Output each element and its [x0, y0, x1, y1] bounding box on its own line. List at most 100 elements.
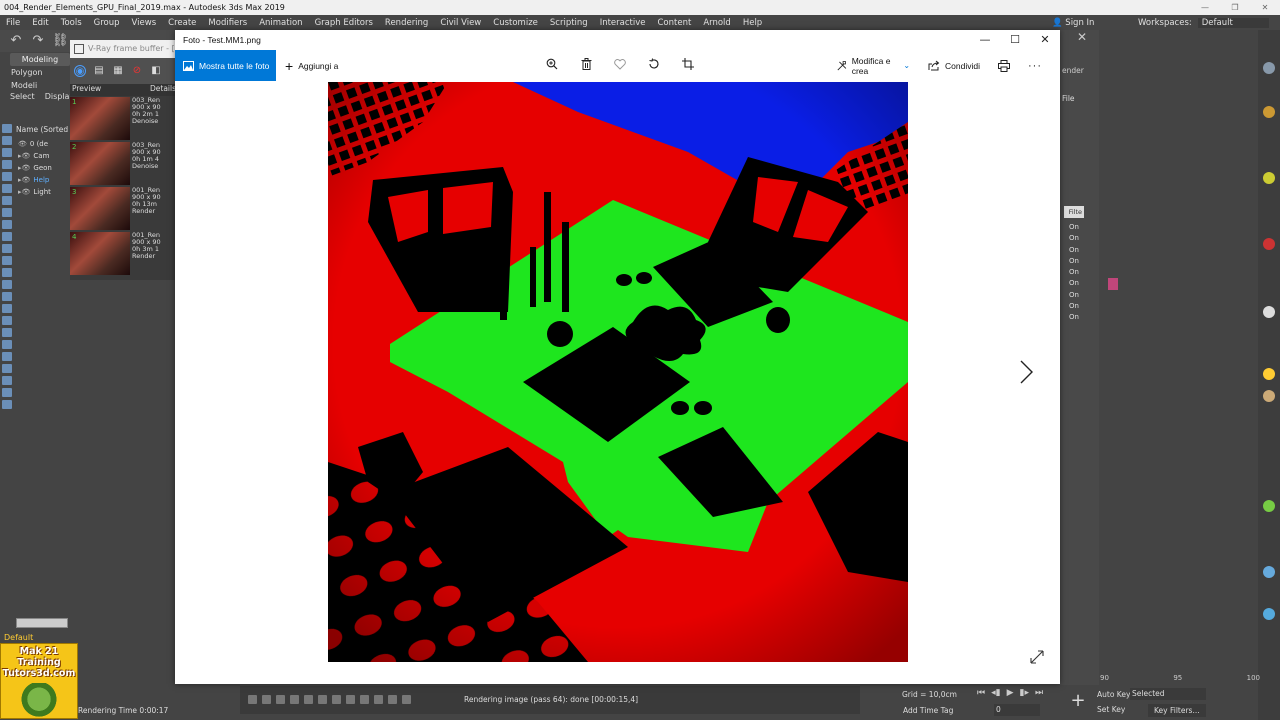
menu-item-arnold[interactable]: Arnold — [697, 18, 737, 28]
ribbon-sub-polygon-modeling[interactable]: Polygon Modeli — [10, 66, 70, 90]
filter-icon[interactable] — [2, 316, 12, 325]
list-item[interactable]: On — [1069, 256, 1079, 267]
tool-icon[interactable] — [304, 695, 313, 704]
filter-icon[interactable] — [2, 232, 12, 241]
eye-icon[interactable]: ▸👁 — [18, 152, 30, 160]
sign-in-button[interactable]: 👤 Sign In — [1052, 15, 1094, 30]
selection-dropdown[interactable]: Selected — [1130, 688, 1206, 700]
crop-icon[interactable] — [679, 55, 697, 73]
history-icon[interactable]: ◉ — [74, 65, 86, 77]
panel-close-icon[interactable]: ✕ — [1077, 30, 1087, 44]
shelf-icon[interactable] — [1263, 608, 1275, 620]
show-all-photos-button[interactable]: Mostra tutte le foto — [175, 50, 276, 81]
filter-icon[interactable] — [2, 184, 12, 193]
workspace-value[interactable]: Default — [1197, 17, 1269, 28]
menu-item-edit[interactable]: Edit — [26, 18, 54, 28]
render-thumbnail[interactable]: 3 — [70, 187, 130, 230]
eye-icon[interactable]: ▸👁 — [18, 176, 30, 184]
photo-image[interactable] — [328, 82, 908, 662]
shelf-icon[interactable] — [1263, 368, 1275, 380]
compare-icon[interactable]: ◧ — [150, 65, 162, 77]
menu-item-views[interactable]: Views — [126, 18, 163, 28]
workspace-selector[interactable]: Workspaces: Default — [1138, 15, 1269, 30]
eye-icon[interactable]: ▸👁 — [18, 164, 30, 172]
filter-icon[interactable] — [2, 220, 12, 229]
color-swatch[interactable] — [1108, 278, 1118, 290]
add-icon[interactable]: + — [1068, 691, 1088, 711]
menu-item-create[interactable]: Create — [162, 18, 202, 28]
list-item[interactable]: ▸👁 Help — [18, 174, 70, 186]
list-item[interactable]: On — [1069, 267, 1079, 278]
filter-icon[interactable] — [2, 304, 12, 313]
table-row[interactable]: 3 001_Ren 900 x 90 0h 13m Render — [70, 186, 176, 231]
shelf-icon[interactable] — [1263, 62, 1275, 74]
tab-select[interactable]: Select — [10, 92, 35, 101]
close-icon[interactable]: ✕ — [1250, 0, 1280, 15]
shelf-icon[interactable] — [1263, 306, 1275, 318]
table-row[interactable]: 4 001_Ren 900 x 90 0h 3m 1 Render — [70, 231, 176, 276]
filter-button[interactable]: Filte — [1064, 206, 1084, 218]
menu-item-help[interactable]: Help — [737, 18, 768, 28]
goto-start-icon[interactable]: ⏮ — [977, 688, 985, 698]
prev-frame-icon[interactable]: ◂▮ — [991, 688, 1000, 698]
key-filters-button[interactable]: Key Filters... — [1148, 704, 1206, 717]
shelf-icon[interactable] — [1263, 172, 1275, 184]
minimize-icon[interactable]: — — [1190, 0, 1220, 15]
filter-icon[interactable] — [2, 208, 12, 217]
eye-icon[interactable]: 👁 — [18, 140, 27, 148]
filter-icon[interactable] — [2, 364, 12, 373]
add-time-tag[interactable]: Add Time Tag — [903, 706, 953, 715]
shelf-icon[interactable] — [1263, 566, 1275, 578]
menu-item-scripting[interactable]: Scripting — [544, 18, 594, 28]
minimize-icon[interactable]: — — [970, 30, 1000, 50]
menu-item-animation[interactable]: Animation — [253, 18, 308, 28]
filter-icon[interactable] — [2, 340, 12, 349]
filter-icon[interactable] — [2, 172, 12, 181]
tool-icon[interactable] — [318, 695, 327, 704]
filter-icon[interactable] — [2, 292, 12, 301]
menu-item-file[interactable]: File — [0, 18, 26, 28]
save-icon[interactable]: ▤ — [93, 65, 105, 77]
tool-icon[interactable] — [290, 695, 299, 704]
restore-icon[interactable]: ❐ — [1220, 0, 1250, 15]
menu-item-graph-editors[interactable]: Graph Editors — [309, 18, 379, 28]
filter-icon[interactable] — [2, 268, 12, 277]
shelf-icon[interactable] — [1263, 500, 1275, 512]
menu-item-tools[interactable]: Tools — [55, 18, 88, 28]
delete-icon[interactable] — [577, 55, 595, 73]
share-button[interactable]: Condividi — [928, 60, 980, 71]
tool-icon[interactable] — [388, 695, 397, 704]
tool-icon[interactable] — [276, 695, 285, 704]
menu-item-rendering[interactable]: Rendering — [379, 18, 434, 28]
filter-icon[interactable] — [2, 160, 12, 169]
filter-icon[interactable] — [2, 124, 12, 133]
ribbon-tab-modeling[interactable]: Modeling — [10, 53, 70, 66]
filter-icon[interactable] — [2, 388, 12, 397]
tool-icon[interactable] — [262, 695, 271, 704]
tool-icon[interactable] — [248, 695, 257, 704]
shelf-icon[interactable] — [1263, 238, 1275, 250]
menu-item-group[interactable]: Group — [88, 18, 126, 28]
close-icon[interactable]: ✕ — [1030, 30, 1060, 50]
filter-icon[interactable] — [2, 376, 12, 385]
file-label[interactable]: File — [1062, 94, 1075, 103]
list-item[interactable]: On — [1069, 312, 1079, 323]
menu-item-interactive[interactable]: Interactive — [594, 18, 652, 28]
filter-icon[interactable] — [2, 328, 12, 337]
filter-icon[interactable] — [2, 256, 12, 265]
favorite-icon[interactable] — [611, 55, 629, 73]
explorer-scrollbar[interactable] — [16, 618, 68, 628]
filter-icon[interactable] — [2, 280, 12, 289]
menu-item-content[interactable]: Content — [652, 18, 698, 28]
frame-field[interactable]: 0 — [994, 704, 1040, 716]
list-item[interactable]: On — [1069, 301, 1079, 312]
zoom-icon[interactable] — [543, 55, 561, 73]
list-item[interactable]: ▸👁 Light — [18, 186, 70, 198]
menu-item-civil-view[interactable]: Civil View — [434, 18, 487, 28]
tool-icon[interactable] — [360, 695, 369, 704]
remove-icon[interactable]: ⊘ — [131, 65, 143, 77]
auto-key-button[interactable]: Auto Key — [1097, 690, 1130, 699]
filter-icon[interactable] — [2, 244, 12, 253]
shelf-icon[interactable] — [1263, 390, 1275, 402]
edit-create-button[interactable]: Modifica e crea ⌄ — [837, 56, 910, 76]
